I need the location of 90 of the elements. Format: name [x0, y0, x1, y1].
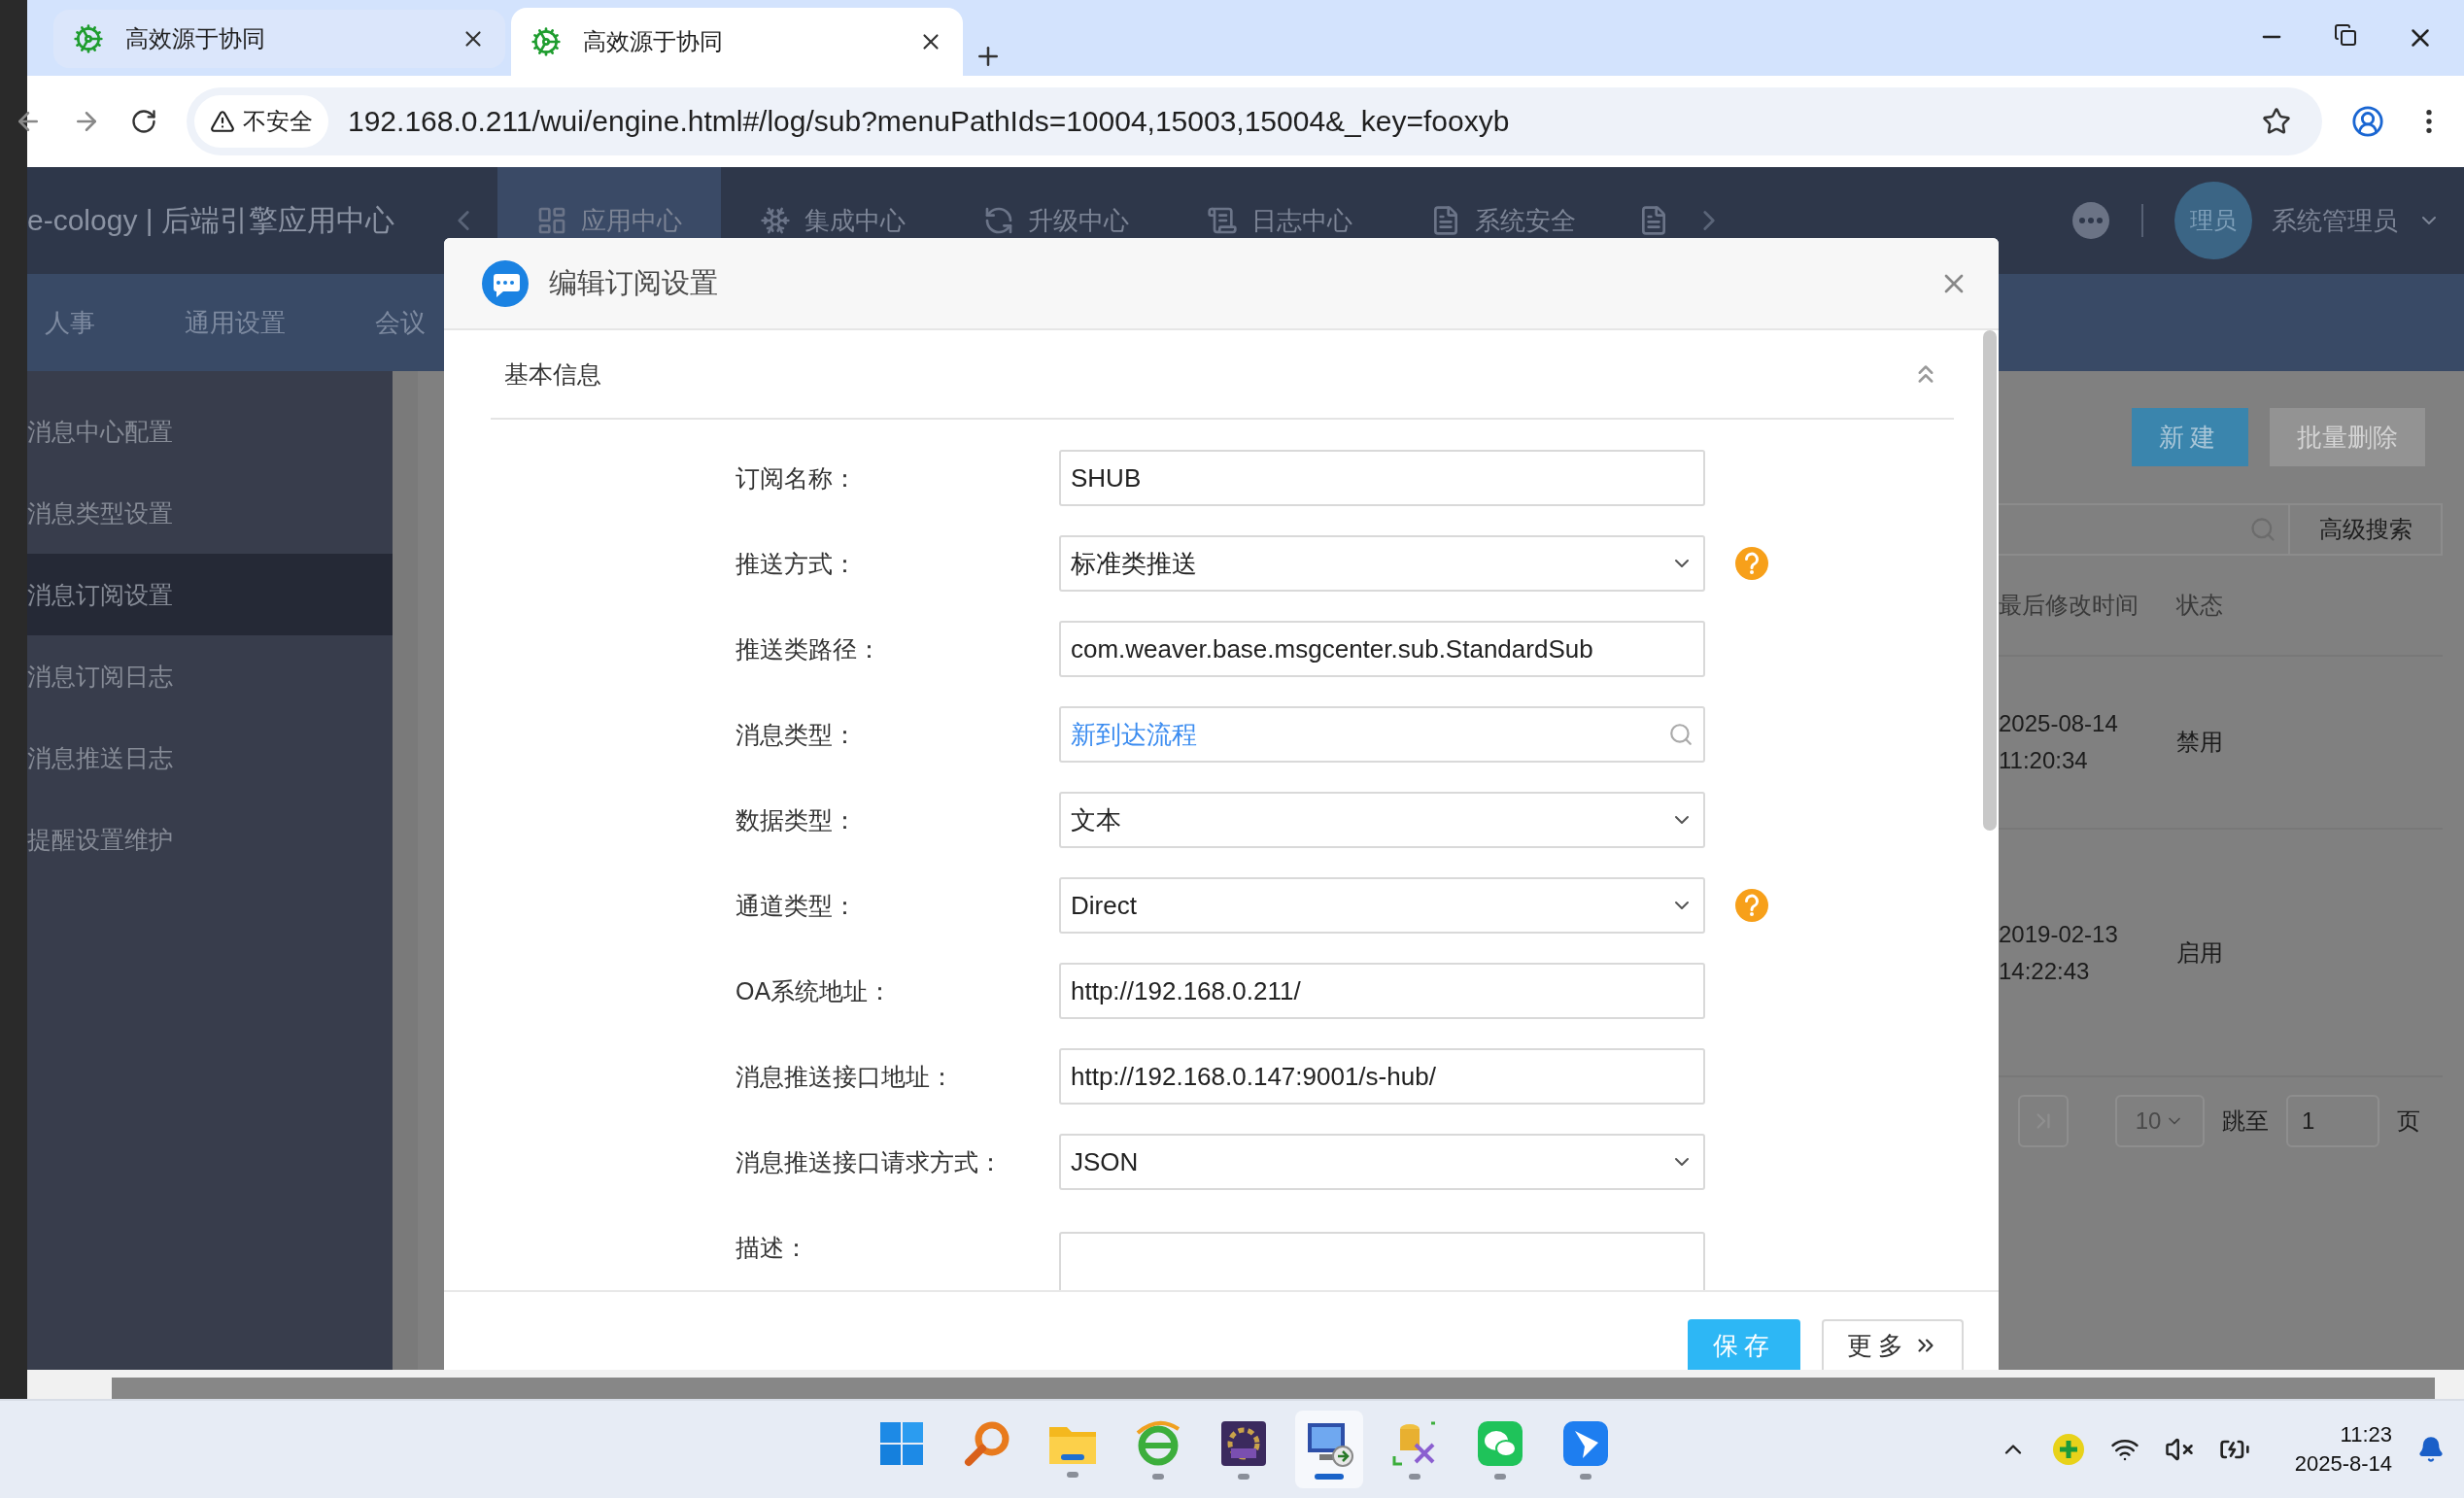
sidebar-item[interactable]: 消息中心配置	[27, 391, 393, 472]
select-field[interactable]: Direct	[1059, 877, 1705, 934]
save-button[interactable]: 保存	[1688, 1319, 1800, 1370]
help-icon[interactable]	[1734, 546, 1769, 581]
address-bar[interactable]: 不安全 192.168.0.211/wui/engine.html#/log/sub?menuPathIds=10004,15003,15004&_key=fooxyb	[187, 87, 2322, 155]
batch-delete-button[interactable]: 批量删除	[2270, 408, 2425, 466]
table-cell-text: 启用	[2176, 937, 2224, 968]
jump-label: 跳至	[2222, 1106, 2269, 1136]
text-field[interactable]: http://192.168.0.147:9001/s-hub/	[1059, 1048, 1705, 1105]
ide-icon[interactable]	[1219, 1419, 1268, 1468]
user-avatar[interactable]: 理员	[2174, 182, 2252, 259]
star-icon[interactable]	[2262, 107, 2291, 136]
field-label: 消息推送接口请求方式：	[736, 1146, 1004, 1177]
field-label: 推送方式：	[736, 548, 858, 579]
nav-tab[interactable]: 升级中心	[944, 167, 1168, 274]
sub-nav-item[interactable]: 通用设置	[185, 305, 326, 340]
sidebar-item[interactable]: 消息推送日志	[27, 717, 393, 799]
gear-icon	[73, 23, 104, 54]
nav-tab[interactable]: 集成中心	[721, 167, 944, 274]
help-icon[interactable]	[1734, 888, 1769, 923]
running-indicator	[1238, 1474, 1249, 1480]
table-cell-text: 2025-08-14 11:20:34	[1999, 709, 2119, 775]
running-indicator	[1152, 1474, 1164, 1480]
browser-icon[interactable]	[1134, 1419, 1182, 1468]
field-label: 推送类路径：	[736, 633, 882, 664]
gear-icon	[530, 26, 562, 57]
reload-icon[interactable]	[130, 108, 157, 135]
table-cell-text: 2019-02-13 14:22:43	[1999, 919, 2119, 986]
new-button[interactable]: 新建	[2132, 408, 2248, 466]
sidebar-item[interactable]: 消息类型设置	[27, 472, 393, 554]
field-label: 订阅名称：	[736, 462, 858, 494]
sidebar-item[interactable]: 提醒设置维护	[27, 799, 393, 880]
text-field[interactable]: http://192.168.0.211/	[1059, 963, 1705, 1019]
refresh-icon	[983, 205, 1014, 236]
more-icon[interactable]	[2071, 201, 2110, 240]
browser-tab[interactable]: 高效源于协同	[53, 10, 505, 68]
sub-nav-item[interactable]: 人事	[45, 305, 136, 340]
column-header: 最后修改时间	[1999, 591, 2139, 620]
chat-bubble-icon	[481, 258, 530, 308]
grid-icon	[536, 205, 567, 236]
select-field[interactable]: 文本	[1059, 792, 1705, 848]
scrollbar-thumb[interactable]	[112, 1378, 2435, 1399]
text-field[interactable]: com.weaver.base.msgcenter.sub.StandardSub	[1059, 621, 1705, 677]
url-text: 192.168.0.211/wui/engine.html#/log/sub?menuPathIds=10004,15003,15004&_key=fooxyb	[348, 105, 1511, 138]
field-label: 描述：	[736, 1232, 809, 1263]
windows-start-icon[interactable]	[878, 1420, 925, 1467]
select-field[interactable]: JSON	[1059, 1134, 1705, 1190]
more-button[interactable]: 更多	[1822, 1319, 1964, 1370]
magnifier-icon[interactable]	[963, 1419, 1011, 1468]
plus-badge-icon[interactable]	[2051, 1433, 2085, 1466]
field-label: 通道类型：	[736, 890, 858, 921]
running-indicator	[1494, 1474, 1506, 1480]
text-field[interactable]: SHUB	[1059, 450, 1705, 506]
running-indicator	[1580, 1474, 1591, 1480]
running-indicator	[1067, 1472, 1078, 1478]
search-icon[interactable]	[1668, 722, 1694, 747]
field-label: 消息推送接口地址：	[736, 1061, 955, 1092]
field-label: 消息类型：	[736, 719, 858, 750]
page-suffix: 页	[2397, 1106, 2420, 1136]
warning-icon	[210, 109, 235, 134]
nav-tab[interactable]: 日志中心	[1168, 167, 1391, 274]
running-indicator	[1315, 1474, 1344, 1480]
sidebar-item[interactable]: 消息订阅日志	[27, 635, 393, 717]
field-label: OA系统地址：	[736, 975, 894, 1006]
description-field[interactable]	[1059, 1232, 1705, 1290]
field-label: 数据类型：	[736, 804, 858, 835]
section-title: 基本信息	[504, 358, 601, 390]
advanced-search-button[interactable]: 高级搜索	[2290, 503, 2443, 556]
app-brand: e-cology | 后端引擎应用中心	[27, 202, 395, 238]
scrollbar-thumb[interactable]	[1983, 330, 1997, 831]
browse-field[interactable]: 新到达流程	[1059, 706, 1705, 763]
document-icon	[1207, 205, 1238, 236]
browser-tab[interactable]: 高效源于协同	[511, 8, 963, 76]
sidebar-item[interactable]: 消息订阅设置	[27, 554, 393, 635]
running-indicator	[1409, 1474, 1420, 1480]
table-cell-text: 禁用	[2176, 728, 2224, 757]
select-field[interactable]: 标准类推送	[1059, 535, 1705, 592]
snowflake-icon	[760, 205, 791, 236]
security-chip[interactable]: 不安全	[194, 95, 328, 148]
chat-app-icon[interactable]	[1476, 1419, 1524, 1468]
restore-icon[interactable]	[2334, 23, 2357, 47]
user-name[interactable]: 系统管理员	[2272, 203, 2398, 238]
search-field[interactable]	[1999, 503, 2290, 556]
clock[interactable]: 11:23 2025-8-14	[2294, 1420, 2392, 1479]
notification-icon[interactable]	[2417, 1436, 2445, 1463]
page-input[interactable]: 1	[2286, 1095, 2379, 1147]
profile-icon[interactable]	[2351, 105, 2384, 138]
messenger-app-icon[interactable]	[1561, 1419, 1610, 1468]
nav-tab[interactable]: 系统安全	[1391, 167, 1615, 274]
column-header: 状态	[2176, 591, 2224, 620]
